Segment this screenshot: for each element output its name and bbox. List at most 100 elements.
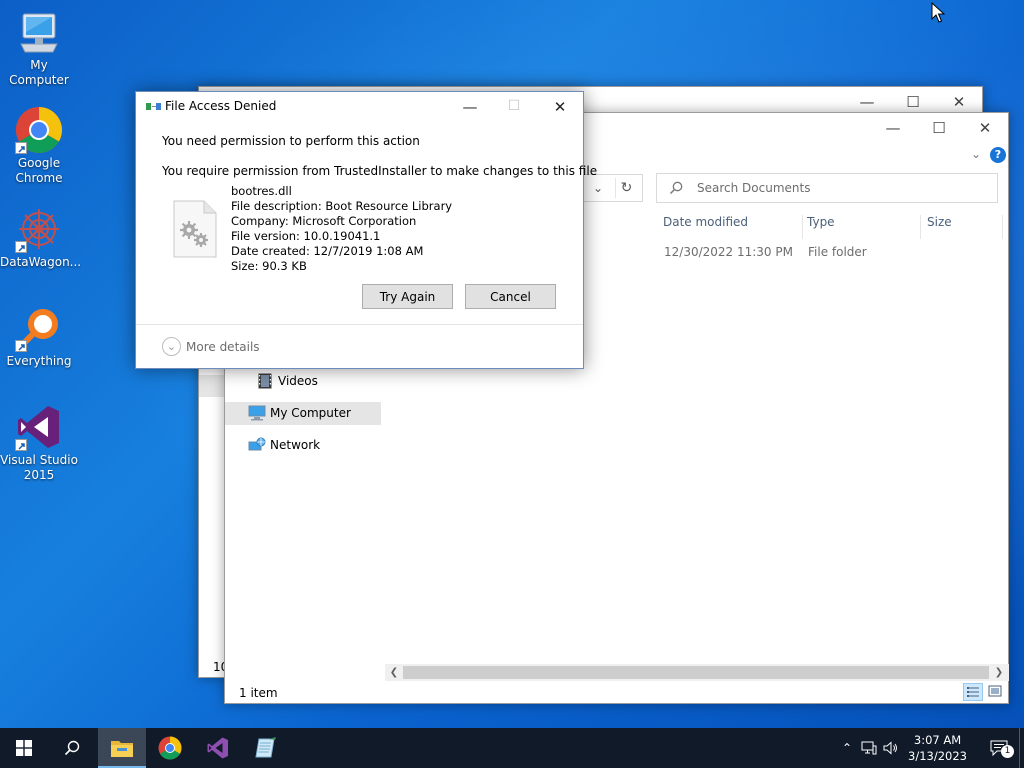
everything-search-icon: [15, 304, 63, 352]
start-button[interactable]: [0, 728, 48, 768]
clock[interactable]: 3:07 AM 3/13/2023: [908, 732, 967, 764]
datawagon-icon: [15, 205, 63, 253]
scrollbar-thumb[interactable]: [403, 666, 989, 679]
desktop-icon-label: Everything: [6, 354, 72, 368]
details-view-button[interactable]: [963, 683, 983, 701]
chevron-down-circle-icon: ⌄: [162, 337, 181, 356]
large-icons-view-button[interactable]: [986, 683, 1006, 701]
network-status-icon[interactable]: [858, 741, 880, 755]
file-details: bootres.dll File description: Boot Resou…: [231, 184, 452, 274]
desktop-icon-label: Google Chrome: [15, 156, 63, 185]
column-header-type[interactable]: Type: [807, 215, 921, 239]
nav-item-videos[interactable]: Videos: [225, 370, 381, 392]
search-input[interactable]: Search Documents: [697, 181, 810, 195]
show-desktop-button[interactable]: [1019, 728, 1024, 768]
file-version: File version: 10.0.19041.1: [231, 229, 381, 243]
notepad-icon: [255, 737, 276, 758]
refresh-icon[interactable]: ↻: [615, 178, 637, 198]
file-description: File description: Boot Resource Library: [231, 199, 453, 213]
computer-icon: [248, 405, 266, 424]
cancel-button[interactable]: Cancel: [465, 284, 556, 309]
minimize-button[interactable]: —: [870, 113, 916, 143]
file-explorer-icon: [111, 741, 133, 757]
chrome-icon: [15, 106, 63, 154]
cell-date-modified: 12/30/2022 11:30 PM: [664, 245, 793, 259]
close-button[interactable]: ✕: [537, 95, 583, 119]
action-center-button[interactable]: 1: [979, 728, 1019, 768]
taskbar-file-explorer[interactable]: [98, 728, 146, 768]
dialog-divider: [136, 324, 583, 325]
mouse-cursor-icon: [931, 1, 946, 27]
taskbar: ⌃ 3:07 AM 3/13/2023 1: [0, 728, 1024, 768]
status-item-count: 1 item: [239, 686, 278, 700]
maximize-button[interactable]: ☐: [916, 113, 962, 143]
search-icon: [64, 740, 80, 756]
shortcut-arrow-icon: [15, 439, 27, 451]
dll-file-icon: [173, 200, 217, 261]
network-icon: [248, 437, 266, 456]
nav-item-label: My Computer: [270, 406, 351, 420]
nav-pane-fragment: [199, 375, 225, 397]
desktop-icon-google-chrome[interactable]: Google Chrome: [0, 106, 78, 186]
scroll-left-arrow[interactable]: ❮: [387, 665, 401, 680]
volume-icon[interactable]: [880, 741, 902, 755]
search-box[interactable]: Search Documents: [656, 173, 998, 203]
cell-type: File folder: [808, 245, 867, 259]
clock-time: 3:07 AM: [913, 733, 962, 747]
visual-studio-icon: [15, 403, 63, 451]
shortcut-arrow-icon: [15, 142, 27, 154]
videos-folder-icon: [258, 373, 272, 392]
chevron-down-icon[interactable]: ⌄: [971, 147, 985, 161]
maximize-button: ☐: [507, 98, 521, 114]
nav-item-my-computer[interactable]: My Computer: [225, 402, 381, 425]
taskbar-notepad[interactable]: [242, 728, 290, 768]
nav-item-network[interactable]: Network: [225, 434, 381, 456]
details-view-icon: [967, 687, 979, 697]
table-row[interactable]: 12/30/2022 11:30 PM File folder: [655, 243, 1000, 265]
file-date-created: Date created: 12/7/2019 1:08 AM: [231, 244, 424, 258]
search-icon: [669, 181, 683, 198]
desktop-icon-my-computer[interactable]: My Computer: [0, 8, 78, 88]
notification-count-badge: 1: [1001, 745, 1014, 758]
desktop-icon-visual-studio[interactable]: Visual Studio 2015: [0, 403, 78, 483]
help-icon[interactable]: ?: [990, 147, 1006, 163]
dialog-title: File Access Denied: [165, 99, 277, 113]
more-details-toggle[interactable]: ⌄ More details: [162, 336, 272, 358]
taskbar-visual-studio[interactable]: [194, 728, 242, 768]
address-dropdown-icon[interactable]: ⌄: [587, 178, 609, 198]
column-header-date-modified[interactable]: Date modified: [663, 215, 803, 239]
close-button[interactable]: ✕: [962, 113, 1008, 143]
minimize-dash-icon[interactable]: —: [458, 95, 482, 119]
visual-studio-icon: [207, 737, 228, 759]
column-header-size[interactable]: Size: [927, 215, 1003, 239]
clock-date: 3/13/2023: [908, 749, 967, 763]
file-size: Size: 90.3 KB: [231, 259, 307, 273]
large-icons-view-icon: [988, 685, 1002, 697]
shortcut-arrow-icon: [15, 340, 27, 352]
desktop-icon-datawagon[interactable]: DataWagon...: [0, 205, 81, 270]
search-button[interactable]: [48, 728, 96, 768]
address-bar[interactable]: ⌄ ↻: [583, 174, 643, 202]
nav-item-label: Videos: [278, 374, 318, 388]
show-hidden-icons-button[interactable]: ⌃: [836, 741, 858, 755]
more-details-label: More details: [186, 340, 260, 354]
windows-logo-icon: [16, 740, 32, 756]
file-access-denied-dialog[interactable]: File Access Denied ☐ ✕ — You need permis…: [135, 91, 597, 369]
computer-icon: [15, 8, 63, 56]
scroll-right-arrow[interactable]: ❯: [992, 665, 1006, 680]
desktop-icon-label: Visual Studio 2015: [0, 453, 78, 482]
desktop-icon-label: My Computer: [9, 58, 69, 87]
file-move-icon: [146, 101, 162, 116]
file-company: Company: Microsoft Corporation: [231, 214, 417, 228]
file-name: bootres.dll: [231, 184, 292, 198]
taskbar-chrome[interactable]: [146, 728, 194, 768]
nav-item-label: Network: [270, 438, 321, 452]
dialog-titlebar[interactable]: File Access Denied ☐ ✕ —: [136, 92, 583, 121]
desktop-icon-everything[interactable]: Everything: [0, 304, 78, 369]
shortcut-arrow-icon: [15, 241, 27, 253]
chrome-icon: [158, 736, 182, 760]
horizontal-scrollbar[interactable]: ❮ ❯: [385, 664, 1009, 681]
dialog-heading: You need permission to perform this acti…: [162, 134, 420, 148]
try-again-button[interactable]: Try Again: [362, 284, 453, 309]
system-tray: ⌃ 3:07 AM 3/13/2023 1: [836, 728, 1024, 768]
